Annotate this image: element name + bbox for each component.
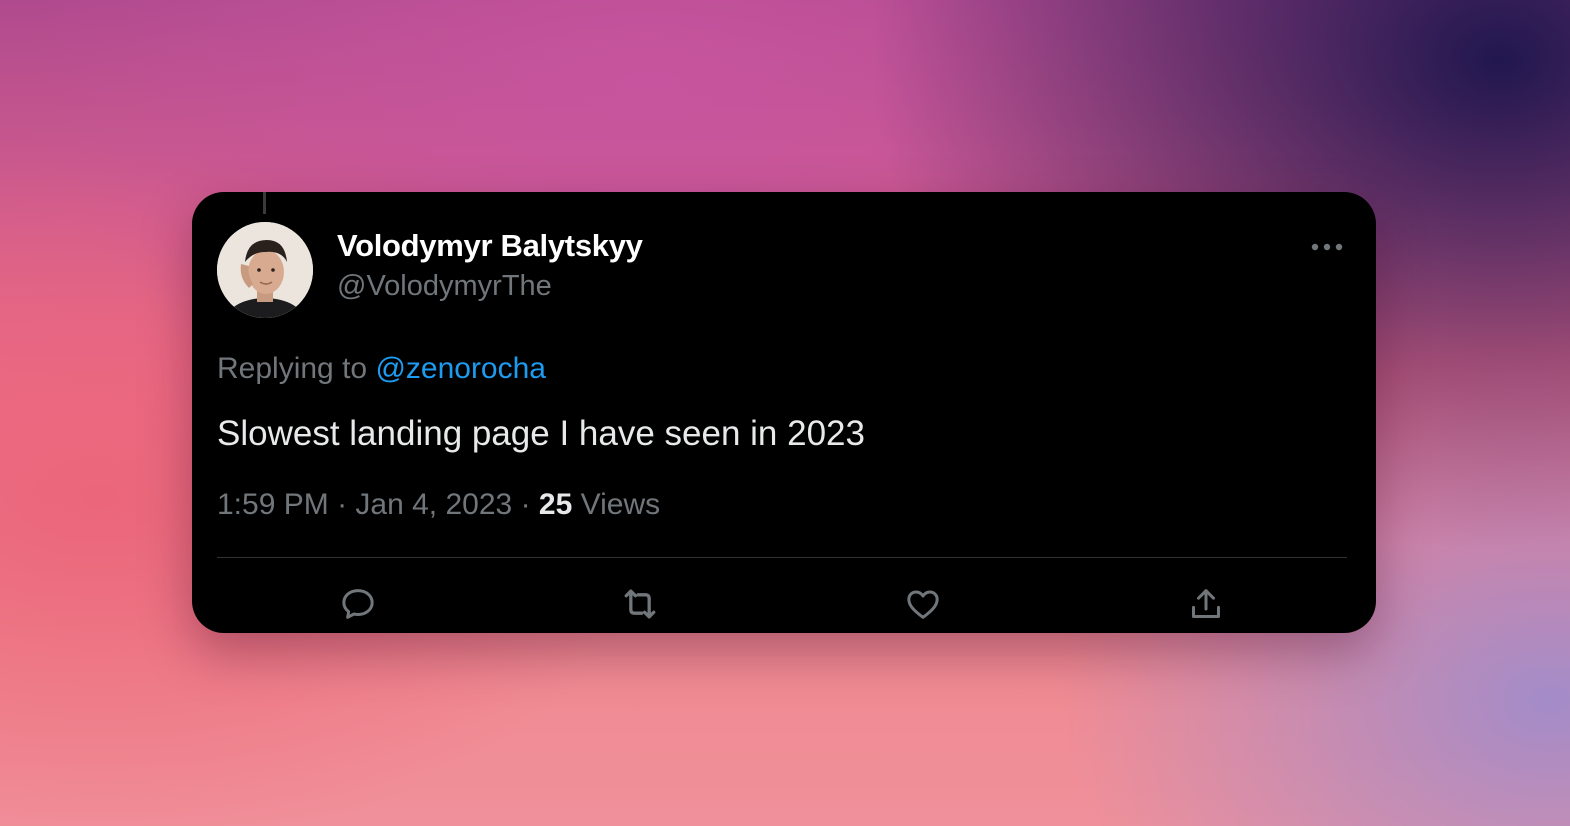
tweet-date[interactable]: Jan 4, 2023: [355, 488, 512, 521]
tweet-time[interactable]: 1:59 PM: [217, 488, 329, 521]
meta-separator: ·: [520, 488, 531, 521]
comment-bubble-icon: [342, 589, 374, 619]
views-count: 25: [538, 488, 573, 521]
more-options-button[interactable]: [1310, 236, 1344, 258]
retweet-icon: [624, 589, 656, 619]
author-display-name[interactable]: Volodymyr Balytskyy: [337, 228, 643, 264]
replying-prefix: Replying to: [217, 352, 368, 385]
tweet-meta: 1:59 PM · Jan 4, 2023 · 25 Views: [217, 488, 660, 522]
avatar[interactable]: [217, 222, 313, 318]
avatar-photo-icon: [217, 222, 313, 318]
share-upload-icon: [1192, 589, 1220, 618]
like-button[interactable]: [901, 582, 945, 626]
share-button[interactable]: [1184, 582, 1228, 626]
meta-separator: ·: [337, 488, 348, 521]
actions-divider: [217, 557, 1347, 558]
author-handle[interactable]: @VolodymyrThe: [337, 270, 552, 303]
more-dots-icon: [1311, 243, 1343, 251]
tweet-text: Slowest landing page I have seen in 2023: [217, 414, 865, 453]
replying-mention-link[interactable]: @zenorocha: [375, 352, 546, 385]
retweet-button[interactable]: [618, 582, 662, 626]
thread-connector-line: [263, 192, 266, 214]
reply-button[interactable]: [336, 582, 380, 626]
heart-icon: [907, 590, 939, 619]
views-label: Views: [580, 488, 661, 521]
tweet-card: Volodymyr Balytskyy @VolodymyrThe Replyi…: [192, 192, 1376, 633]
replying-to-line: Replying to @zenorocha: [217, 352, 546, 386]
